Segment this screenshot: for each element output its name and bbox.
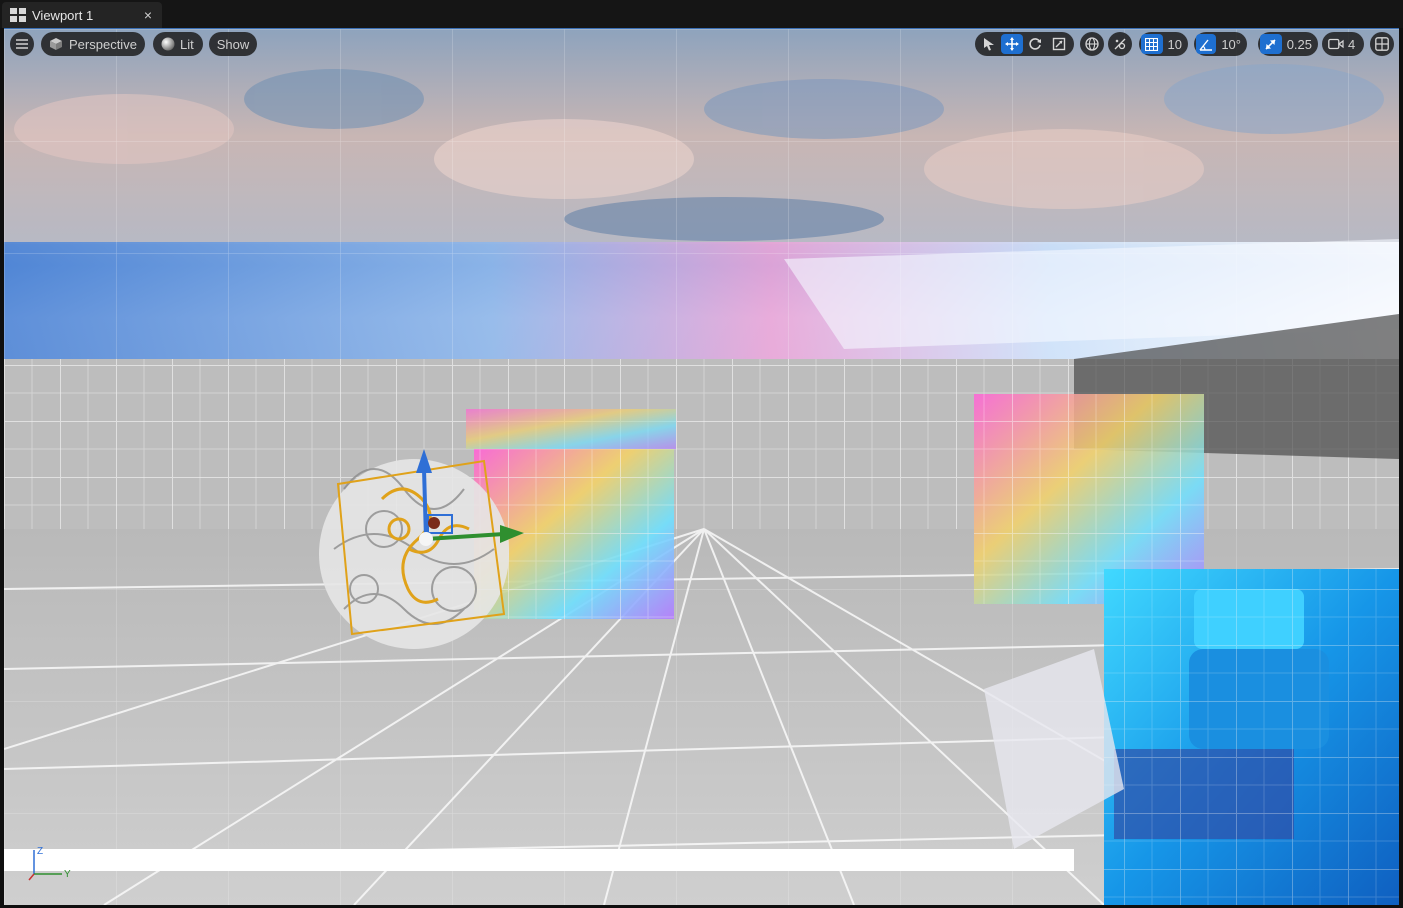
grid-snap-control[interactable]: 10 bbox=[1139, 32, 1188, 56]
sphere-icon bbox=[161, 37, 175, 51]
lit-mode-button[interactable]: Lit bbox=[153, 32, 203, 56]
tab-title: Viewport 1 bbox=[32, 7, 94, 23]
tab-bar: Viewport 1 × bbox=[0, 0, 1403, 28]
scene-render bbox=[4, 29, 1399, 905]
grid-snap-toggle[interactable] bbox=[1141, 34, 1163, 54]
grid-icon bbox=[1145, 37, 1159, 51]
level-viewport[interactable]: Perspective Lit Show 10 10° 0.25 4 Z Y bbox=[4, 28, 1399, 905]
scale-tool-button[interactable] bbox=[1047, 32, 1071, 56]
rotation-snap-toggle[interactable] bbox=[1196, 34, 1217, 54]
viewport-options-button[interactable] bbox=[10, 32, 34, 56]
view-mode-label: Perspective bbox=[69, 36, 137, 52]
coordinate-system-button[interactable] bbox=[1080, 32, 1104, 56]
rotation-snap-value[interactable]: 10° bbox=[1216, 37, 1247, 52]
scale-snap-toggle[interactable] bbox=[1260, 34, 1282, 54]
grid-snap-value[interactable]: 10 bbox=[1163, 37, 1188, 52]
rotate-icon bbox=[1028, 37, 1042, 51]
surface-snap-icon bbox=[1108, 32, 1132, 56]
viewport-layout-button[interactable] bbox=[1370, 32, 1394, 56]
axis-indicator: Z Y bbox=[24, 844, 76, 889]
axis-y-label: Y bbox=[64, 869, 71, 880]
globe-icon bbox=[1080, 32, 1104, 56]
angle-icon bbox=[1199, 38, 1213, 51]
camera-speed-control[interactable]: 4 bbox=[1322, 32, 1364, 56]
scale-snap-icon bbox=[1264, 38, 1277, 51]
cube-icon bbox=[49, 37, 63, 51]
axis-z-label: Z bbox=[37, 846, 43, 857]
translate-tool-button[interactable] bbox=[1001, 34, 1023, 54]
hamburger-menu-icon bbox=[10, 32, 34, 56]
scale-snap-control[interactable]: 0.25 bbox=[1258, 32, 1318, 56]
surface-snapping-button[interactable] bbox=[1108, 32, 1132, 56]
scale-icon bbox=[1052, 37, 1066, 51]
transform-tools-group bbox=[975, 32, 1074, 56]
rotation-snap-control[interactable]: 10° bbox=[1194, 32, 1247, 56]
show-label: Show bbox=[216, 36, 250, 52]
lighting-label: Lit bbox=[180, 36, 194, 52]
show-button[interactable]: Show bbox=[209, 32, 257, 56]
layout-icon bbox=[1370, 32, 1394, 56]
rotate-tool-button[interactable] bbox=[1023, 32, 1047, 56]
close-icon[interactable]: × bbox=[144, 6, 152, 24]
perspective-mode-button[interactable]: Perspective bbox=[41, 32, 145, 56]
cursor-icon bbox=[983, 37, 995, 51]
camera-icon bbox=[1328, 38, 1344, 50]
select-tool-button[interactable] bbox=[977, 32, 1001, 56]
selected-actor bbox=[319, 459, 509, 649]
camera-speed-value: 4 bbox=[1348, 36, 1356, 52]
scale-snap-value[interactable]: 0.25 bbox=[1282, 37, 1318, 52]
tab-viewport-1[interactable]: Viewport 1 × bbox=[2, 2, 162, 28]
viewport-layout-icon bbox=[10, 8, 26, 22]
move-icon bbox=[1005, 37, 1019, 51]
